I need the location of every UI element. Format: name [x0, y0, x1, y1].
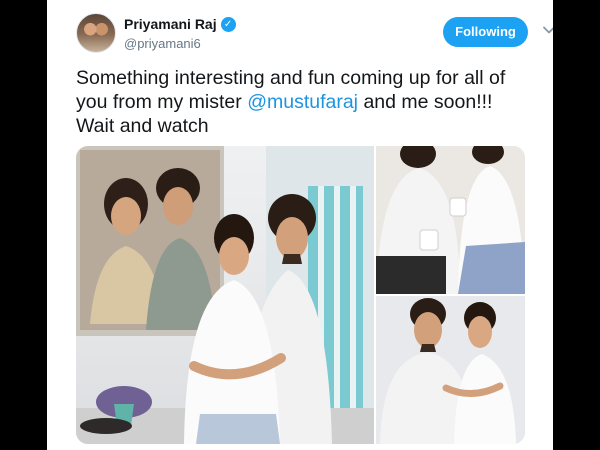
chevron-down-icon[interactable] [542, 23, 553, 37]
verified-badge-icon: ✓ [220, 16, 236, 32]
photo-couple-having-tea[interactable] [376, 146, 525, 294]
avatar[interactable] [76, 13, 116, 53]
name-row: Priyamani Raj ✓ [124, 16, 236, 32]
user-handle[interactable]: @priyamani6 [124, 36, 201, 51]
following-button[interactable]: Following [443, 17, 528, 47]
photo-couple-posing[interactable] [376, 296, 525, 444]
media-grid [76, 146, 525, 444]
photo-couple-with-portrait[interactable] [76, 146, 374, 444]
tweet-card: Priyamani Raj ✓ @priyamani6 Following So… [47, 0, 553, 450]
tweet-header: Priyamani Raj ✓ @priyamani6 Following [76, 13, 553, 55]
tweet-text: Something interesting and fun coming up … [76, 66, 536, 138]
display-name[interactable]: Priyamani Raj [124, 16, 217, 32]
mention-link[interactable]: @mustufaraj [247, 91, 358, 113]
